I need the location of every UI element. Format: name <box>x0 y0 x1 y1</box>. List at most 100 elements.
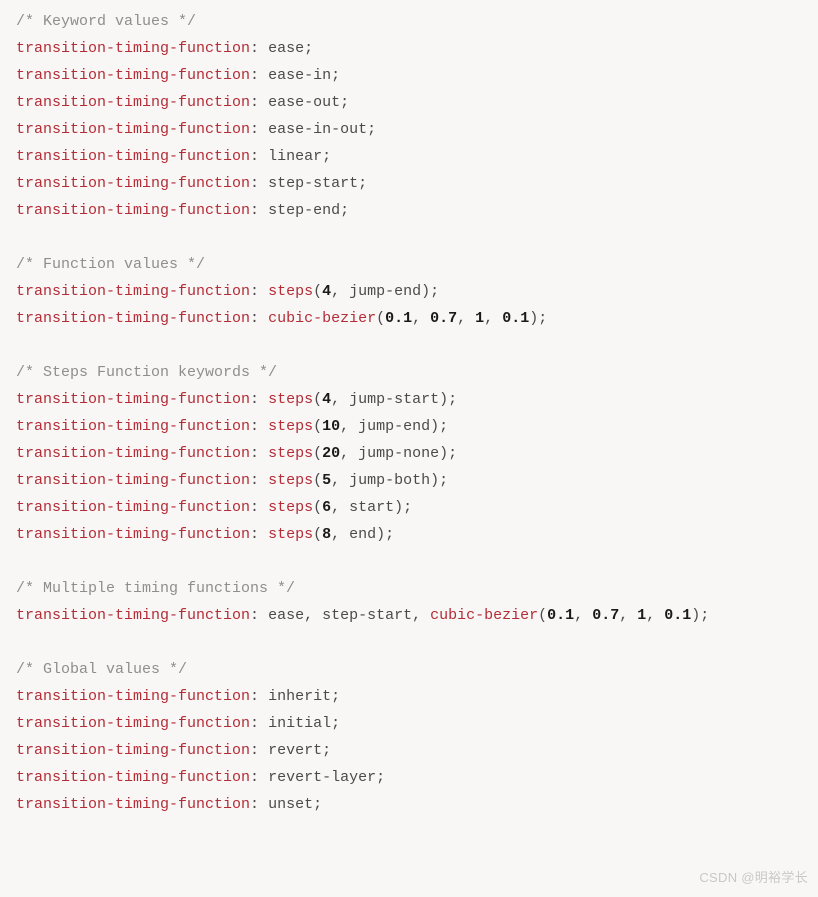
token-func: steps <box>268 418 313 435</box>
token-p: , <box>331 472 349 489</box>
comment: /* Keyword values */ <box>16 13 196 30</box>
css-code-block: /* Keyword values */ transition-timing-fu… <box>0 0 818 826</box>
token-p: : <box>250 607 268 624</box>
token-prop: transition-timing-function <box>16 94 250 111</box>
token-p: ( <box>313 418 322 435</box>
code-line: transition-timing-function: steps(4, jum… <box>16 278 802 305</box>
token-plain: step-start <box>268 175 358 192</box>
blank-line <box>16 332 802 359</box>
code-line: transition-timing-function: steps(5, jum… <box>16 467 802 494</box>
token-prop: transition-timing-function <box>16 40 250 57</box>
token-prop: transition-timing-function <box>16 391 250 408</box>
token-p: : <box>250 472 268 489</box>
token-plain: ease <box>268 40 304 57</box>
token-num: 4 <box>322 283 331 300</box>
token-plain: unset <box>268 796 313 813</box>
token-p: , <box>484 310 502 327</box>
token-func: cubic-bezier <box>268 310 376 327</box>
token-p: ; <box>322 742 331 759</box>
code-line: transition-timing-function: initial; <box>16 710 802 737</box>
code-line: transition-timing-function: ease-in-out; <box>16 116 802 143</box>
token-p: ); <box>394 499 412 516</box>
code-line: transition-timing-function: unset; <box>16 791 802 818</box>
token-num: 0.1 <box>664 607 691 624</box>
code-line: transition-timing-function: inherit; <box>16 683 802 710</box>
token-num: 1 <box>637 607 646 624</box>
code-line: transition-timing-function: step-start; <box>16 170 802 197</box>
token-p: : <box>250 148 268 165</box>
token-p: : <box>250 715 268 732</box>
token-prop: transition-timing-function <box>16 769 250 786</box>
token-plain: inherit <box>268 688 331 705</box>
token-p: : <box>250 796 268 813</box>
token-p: ); <box>430 418 448 435</box>
token-p: : <box>250 175 268 192</box>
token-prop: transition-timing-function <box>16 472 250 489</box>
code-line: transition-timing-function: ease-in; <box>16 62 802 89</box>
comment: /* Multiple timing functions */ <box>16 580 295 597</box>
token-prop: transition-timing-function <box>16 445 250 462</box>
token-p: : <box>250 202 268 219</box>
token-p: ( <box>313 499 322 516</box>
code-line: transition-timing-function: ease; <box>16 35 802 62</box>
token-p: , <box>331 526 349 543</box>
token-p: ); <box>529 310 547 327</box>
token-p: ); <box>691 607 709 624</box>
token-num: 0.1 <box>385 310 412 327</box>
code-line: transition-timing-function: cubic-bezier… <box>16 305 802 332</box>
code-line: transition-timing-function: ease-out; <box>16 89 802 116</box>
token-p: , <box>331 283 349 300</box>
token-p: ; <box>322 148 331 165</box>
token-plain: jump-end <box>349 283 421 300</box>
token-func: steps <box>268 283 313 300</box>
token-prop: transition-timing-function <box>16 175 250 192</box>
token-p: ; <box>340 202 349 219</box>
token-p: : <box>250 418 268 435</box>
token-plain: jump-none <box>358 445 439 462</box>
token-prop: transition-timing-function <box>16 121 250 138</box>
token-num: 0.7 <box>592 607 619 624</box>
token-plain: initial <box>268 715 331 732</box>
code-line: transition-timing-function: steps(20, ju… <box>16 440 802 467</box>
token-p: , <box>619 607 637 624</box>
token-num: 1 <box>475 310 484 327</box>
token-p: ); <box>421 283 439 300</box>
token-num: 0.7 <box>430 310 457 327</box>
token-prop: transition-timing-function <box>16 418 250 435</box>
token-p: , <box>412 607 430 624</box>
token-p: , <box>304 607 322 624</box>
token-p: : <box>250 40 268 57</box>
blank-line <box>16 629 802 656</box>
token-p: , <box>412 310 430 327</box>
token-func: cubic-bezier <box>430 607 538 624</box>
token-plain: end <box>349 526 376 543</box>
blank-line <box>16 548 802 575</box>
token-plain: linear <box>268 148 322 165</box>
code-line: transition-timing-function: step-end; <box>16 197 802 224</box>
comment-line: /* Function values */ <box>16 251 802 278</box>
token-num: 0.1 <box>547 607 574 624</box>
token-func: steps <box>268 391 313 408</box>
token-p: , <box>457 310 475 327</box>
token-p: : <box>250 67 268 84</box>
token-num: 4 <box>322 391 331 408</box>
token-p: ; <box>367 121 376 138</box>
token-num: 10 <box>322 418 340 435</box>
comment: /* Steps Function keywords */ <box>16 364 277 381</box>
token-prop: transition-timing-function <box>16 499 250 516</box>
token-p: , <box>646 607 664 624</box>
token-prop: transition-timing-function <box>16 283 250 300</box>
token-p: : <box>250 769 268 786</box>
token-plain: ease-in-out <box>268 121 367 138</box>
token-p: ; <box>331 67 340 84</box>
token-prop: transition-timing-function <box>16 526 250 543</box>
token-p: : <box>250 121 268 138</box>
token-p: ); <box>439 391 457 408</box>
token-p: , <box>331 499 349 516</box>
token-plain: ease-in <box>268 67 331 84</box>
token-prop: transition-timing-function <box>16 742 250 759</box>
token-p: , <box>574 607 592 624</box>
token-p: ( <box>313 472 322 489</box>
token-p: : <box>250 499 268 516</box>
token-p: , <box>340 445 358 462</box>
